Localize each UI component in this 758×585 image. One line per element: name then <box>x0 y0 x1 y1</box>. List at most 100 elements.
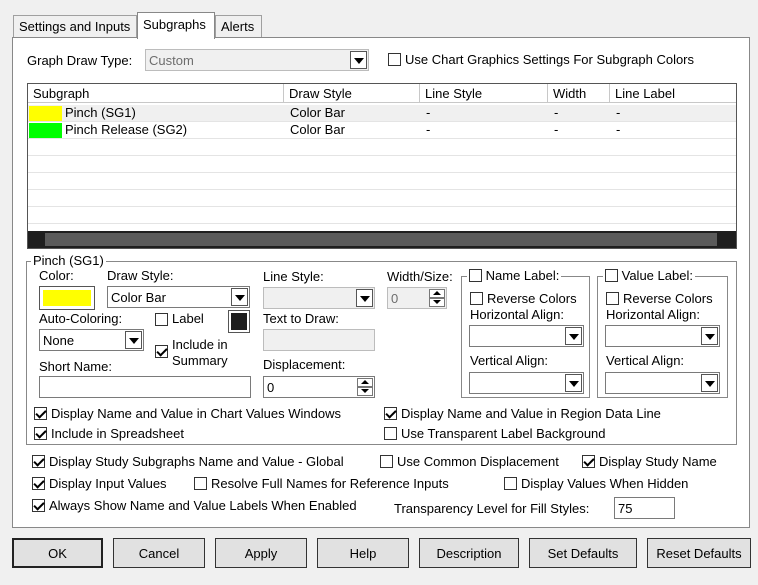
short-name-input[interactable] <box>39 376 251 398</box>
name-h-align-dropdown[interactable] <box>469 325 584 347</box>
display-chart-values-checkbox[interactable] <box>34 407 47 420</box>
table-row[interactable]: Pinch (SG1) Color Bar - - - <box>28 105 736 122</box>
always-show-labels-label: Always Show Name and Value Labels When E… <box>49 498 357 513</box>
use-chart-graphics-checkbox[interactable] <box>388 53 401 66</box>
table-row <box>28 173 736 190</box>
transparency-value: 75 <box>618 501 633 516</box>
resolve-full-names-label: Resolve Full Names for Reference Inputs <box>211 476 449 491</box>
color-swatch <box>43 290 91 306</box>
table-row <box>28 207 736 224</box>
short-name-label: Short Name: <box>39 359 112 374</box>
value-h-align-dropdown[interactable] <box>605 325 720 347</box>
grid-header-line-label[interactable]: Line Label <box>610 84 736 103</box>
value-h-align-label: Horizontal Align: <box>606 307 700 322</box>
spinner-arrows[interactable] <box>357 378 373 396</box>
draw-style-cell: Color Bar <box>290 122 345 137</box>
chevron-down-icon <box>565 374 582 392</box>
chevron-down-icon <box>701 327 718 345</box>
display-chart-values-label: Display Name and Value in Chart Values W… <box>51 406 341 421</box>
detail-group-title: Pinch (SG1) <box>31 253 106 268</box>
value-reverse-colors-checkbox[interactable] <box>606 292 619 305</box>
use-chart-graphics-label: Use Chart Graphics Settings For Subgraph… <box>405 52 695 67</box>
name-v-align-dropdown[interactable] <box>469 372 584 394</box>
name-reverse-colors-label: Reverse Colors <box>487 291 577 306</box>
draw-style-cell: Color Bar <box>290 105 345 120</box>
name-label-title: Name Label: <box>467 268 562 283</box>
transparency-label: Transparency Level for Fill Styles: <box>394 501 590 516</box>
color-label: Color: <box>39 268 74 283</box>
display-study-subgraphs-checkbox[interactable] <box>32 455 45 468</box>
display-region-data-label: Display Name and Value in Region Data Li… <box>401 406 661 421</box>
width-size-label: Width/Size: <box>387 269 453 284</box>
use-common-displacement-label: Use Common Displacement <box>397 454 559 469</box>
width-cell: - <box>554 105 559 120</box>
displacement-value: 0 <box>267 380 275 395</box>
line-label-cell: - <box>616 105 621 120</box>
table-row[interactable]: Pinch Release (SG2) Color Bar - - - <box>28 122 736 139</box>
value-label-text: Value Label: <box>621 268 693 283</box>
label-checkbox-label: Label <box>172 311 204 326</box>
text-to-draw-label: Text to Draw: <box>263 311 339 326</box>
name-label-text: Name Label: <box>485 268 560 283</box>
grid-header-draw-style[interactable]: Draw Style <box>284 84 420 103</box>
include-spreadsheet-checkbox[interactable] <box>34 427 47 440</box>
value-label-checkbox[interactable] <box>605 269 618 282</box>
display-region-data-checkbox[interactable] <box>384 407 397 420</box>
table-row <box>28 156 736 173</box>
name-v-align-label: Vertical Align: <box>470 353 549 368</box>
color-button[interactable] <box>39 286 95 310</box>
scrollbar-thumb[interactable] <box>45 233 717 246</box>
label-checkbox[interactable] <box>155 313 168 326</box>
displacement-spinner[interactable]: 0 <box>263 376 375 398</box>
include-summary-checkbox[interactable] <box>155 345 168 358</box>
subgraph-name: Pinch (SG1) <box>65 105 136 120</box>
value-reverse-colors-label: Reverse Colors <box>623 291 713 306</box>
graph-draw-type-label: Graph Draw Type: <box>27 53 133 68</box>
display-study-subgraphs-label: Display Study Subgraphs Name and Value -… <box>49 454 344 469</box>
include-summary-label: Include in Summary <box>172 337 228 368</box>
width-cell: - <box>554 122 559 137</box>
name-h-align-label: Horizontal Align: <box>470 307 564 322</box>
display-values-hidden-label: Display Values When Hidden <box>521 476 689 491</box>
color-swatch <box>231 313 247 330</box>
text-to-draw-input[interactable] <box>263 329 375 351</box>
always-show-labels-checkbox[interactable] <box>32 499 45 512</box>
color-swatch <box>29 106 62 121</box>
grid-header-width[interactable]: Width <box>548 84 610 103</box>
draw-style-dropdown[interactable]: Color Bar <box>107 286 250 308</box>
horizontal-scrollbar[interactable] <box>28 231 736 248</box>
transparent-label-bg-checkbox[interactable] <box>384 427 397 440</box>
spinner-arrows[interactable] <box>429 289 445 307</box>
chevron-down-icon <box>350 51 367 69</box>
chevron-down-icon <box>701 374 718 392</box>
include-spreadsheet-label: Include in Spreadsheet <box>51 426 184 441</box>
line-style-dropdown[interactable] <box>263 287 375 309</box>
graph-draw-type-dropdown[interactable]: Custom <box>145 49 369 71</box>
display-values-hidden-checkbox[interactable] <box>504 477 517 490</box>
value-v-align-dropdown[interactable] <box>605 372 720 394</box>
width-size-spinner[interactable]: 0 <box>387 287 447 309</box>
line-style-cell: - <box>426 122 431 137</box>
label-color-button[interactable] <box>228 310 250 333</box>
name-reverse-colors-checkbox[interactable] <box>470 292 483 305</box>
display-study-name-checkbox[interactable] <box>582 455 595 468</box>
line-label-cell: - <box>616 122 621 137</box>
table-row <box>28 190 736 207</box>
transparency-input[interactable]: 75 <box>614 497 675 519</box>
subgraph-grid[interactable]: Subgraph Draw Style Line Style Width Lin… <box>27 83 737 249</box>
display-input-values-checkbox[interactable] <box>32 477 45 490</box>
value-v-align-label: Vertical Align: <box>606 353 685 368</box>
width-size-value: 0 <box>391 291 399 306</box>
grid-header-line-style[interactable]: Line Style <box>420 84 548 103</box>
chevron-down-icon <box>125 331 142 349</box>
name-label-checkbox[interactable] <box>469 269 482 282</box>
graph-draw-type-value: Custom <box>149 53 194 68</box>
auto-coloring-dropdown[interactable]: None <box>39 329 144 351</box>
table-row <box>28 139 736 156</box>
display-study-name-label: Display Study Name <box>599 454 717 469</box>
resolve-full-names-checkbox[interactable] <box>194 477 207 490</box>
chevron-down-icon <box>565 327 582 345</box>
use-common-displacement-checkbox[interactable] <box>380 455 393 468</box>
display-input-values-label: Display Input Values <box>49 476 167 491</box>
grid-header-subgraph[interactable]: Subgraph <box>28 84 284 103</box>
